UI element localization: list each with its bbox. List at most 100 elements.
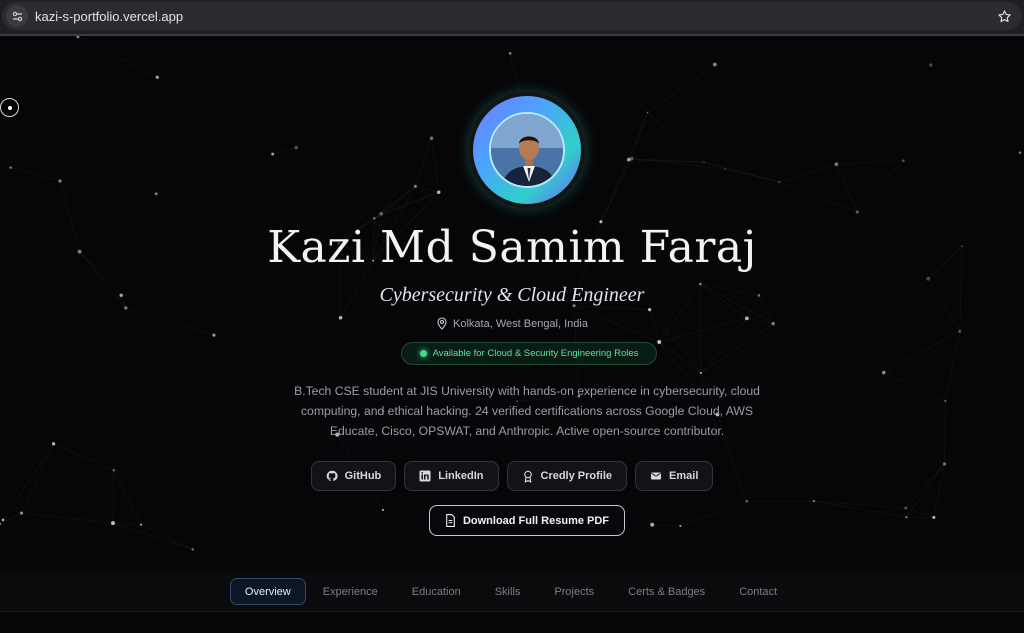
badge-icon (523, 470, 532, 483)
url-text[interactable]: kazi-s-portfolio.vercel.app (35, 9, 183, 24)
profile-bio: B.Tech CSE student at JIS University wit… (294, 384, 760, 438)
star-link-line (628, 112, 648, 160)
linkedin-button[interactable]: LinkedIn (404, 461, 499, 491)
section-nav: Overview Experience Education Skills Pro… (0, 572, 1024, 612)
star-link-line (10, 167, 61, 182)
star-dot (882, 370, 886, 375)
star-link-line (813, 500, 907, 518)
star-link-line (836, 160, 904, 165)
availability-badge: Available for Cloud & Security Engineeri… (401, 342, 657, 365)
star-dot (647, 307, 652, 312)
star-link-line (631, 112, 648, 159)
star-link-line (700, 323, 774, 374)
star-link-line (647, 112, 705, 163)
mail-icon (651, 472, 662, 480)
tab-skills[interactable]: Skills (478, 578, 538, 605)
email-label: Email (669, 470, 699, 482)
star-dot (855, 210, 859, 214)
star-dot (155, 75, 159, 79)
star-link-line (21, 512, 113, 524)
star-link-line (374, 192, 439, 219)
star-dot (958, 330, 962, 333)
site-info-icon[interactable] (6, 5, 28, 27)
star-link-line (631, 158, 705, 163)
star-link-line (813, 500, 906, 509)
tab-contact[interactable]: Contact (722, 578, 794, 605)
star-link-line (600, 158, 632, 222)
star-link-line (415, 186, 439, 193)
star-link-line (944, 400, 946, 464)
star-dot (629, 156, 634, 161)
star-link-line (77, 36, 158, 78)
star-dot (905, 516, 908, 519)
address-bar[interactable]: kazi-s-portfolio.vercel.app (2, 2, 1022, 30)
star-dot (154, 192, 158, 196)
star-dot (1, 518, 5, 522)
resume-label: Download Full Resume PDF (462, 514, 610, 527)
star-link-line (140, 524, 193, 550)
star-link-line (647, 64, 715, 113)
tab-education[interactable]: Education (395, 578, 478, 605)
github-button[interactable]: GitHub (310, 461, 397, 491)
star-link-line (857, 160, 904, 213)
availability-text: Available for Cloud & Security Engineeri… (432, 348, 639, 359)
star-dot (703, 161, 705, 163)
star-dot (19, 511, 24, 515)
portfolio-page: Kazi Md Samim Faraj Cybersecurity & Clou… (0, 36, 1024, 633)
star-dot (778, 180, 781, 183)
star-dot (724, 168, 727, 170)
star-dot (929, 63, 933, 67)
star-dot (904, 506, 908, 510)
github-label: GitHub (344, 470, 382, 482)
avatar-gradient-ring (473, 96, 581, 204)
linkedin-label: LinkedIn (438, 470, 484, 482)
star-dot (191, 548, 194, 551)
star-link-line (415, 138, 432, 187)
star-dot (712, 62, 717, 67)
star-dot (271, 152, 275, 156)
tab-certs-badges[interactable]: Certs & Badges (611, 578, 722, 605)
location-text: Kolkata, West Bengal, India (453, 317, 588, 330)
star-link-line (883, 331, 960, 373)
star-link-line (652, 524, 681, 527)
star-dot (834, 162, 839, 167)
star-dot (437, 190, 441, 195)
download-resume-button[interactable]: Download Full Resume PDF (429, 505, 625, 536)
tab-overview[interactable]: Overview (229, 578, 306, 605)
star-dot (212, 333, 216, 337)
star-link-line (431, 138, 440, 193)
map-pin-icon (437, 317, 447, 330)
tab-experience[interactable]: Experience (306, 578, 395, 605)
credly-profile-button[interactable]: Credly Profile (506, 461, 628, 491)
custom-cursor-icon (0, 98, 19, 117)
bookmark-star-icon[interactable] (994, 6, 1014, 26)
star-dot (140, 523, 143, 526)
email-button[interactable]: Email (635, 461, 714, 491)
star-dot (111, 521, 115, 526)
status-dot-icon (419, 350, 427, 357)
star-dot (429, 136, 434, 140)
star-dot (1018, 151, 1022, 154)
star-link-line (945, 331, 961, 401)
star-link-line (905, 507, 934, 518)
star-dot (76, 36, 80, 39)
star-dot (51, 442, 56, 446)
star-link-line (600, 159, 630, 222)
star-dot (932, 515, 936, 519)
star-link-line (2, 512, 22, 521)
tab-projects[interactable]: Projects (537, 578, 611, 605)
star-dot (650, 522, 655, 527)
browser-toolbar: kazi-s-portfolio.vercel.app (0, 0, 1024, 34)
social-links: GitHub LinkedIn Credly Profile Email (0, 461, 1024, 491)
star-dot (901, 159, 905, 162)
star-link-line (883, 372, 946, 402)
profile-name: Kazi Md Samim Faraj (267, 222, 757, 273)
star-dot (413, 184, 417, 188)
star-link-line (0, 512, 22, 525)
star-dot (381, 508, 384, 512)
star-dot (812, 500, 815, 503)
star-dot (699, 371, 703, 375)
star-link-line (703, 161, 780, 183)
profile-photo (489, 112, 565, 188)
star-link-line (112, 522, 193, 550)
